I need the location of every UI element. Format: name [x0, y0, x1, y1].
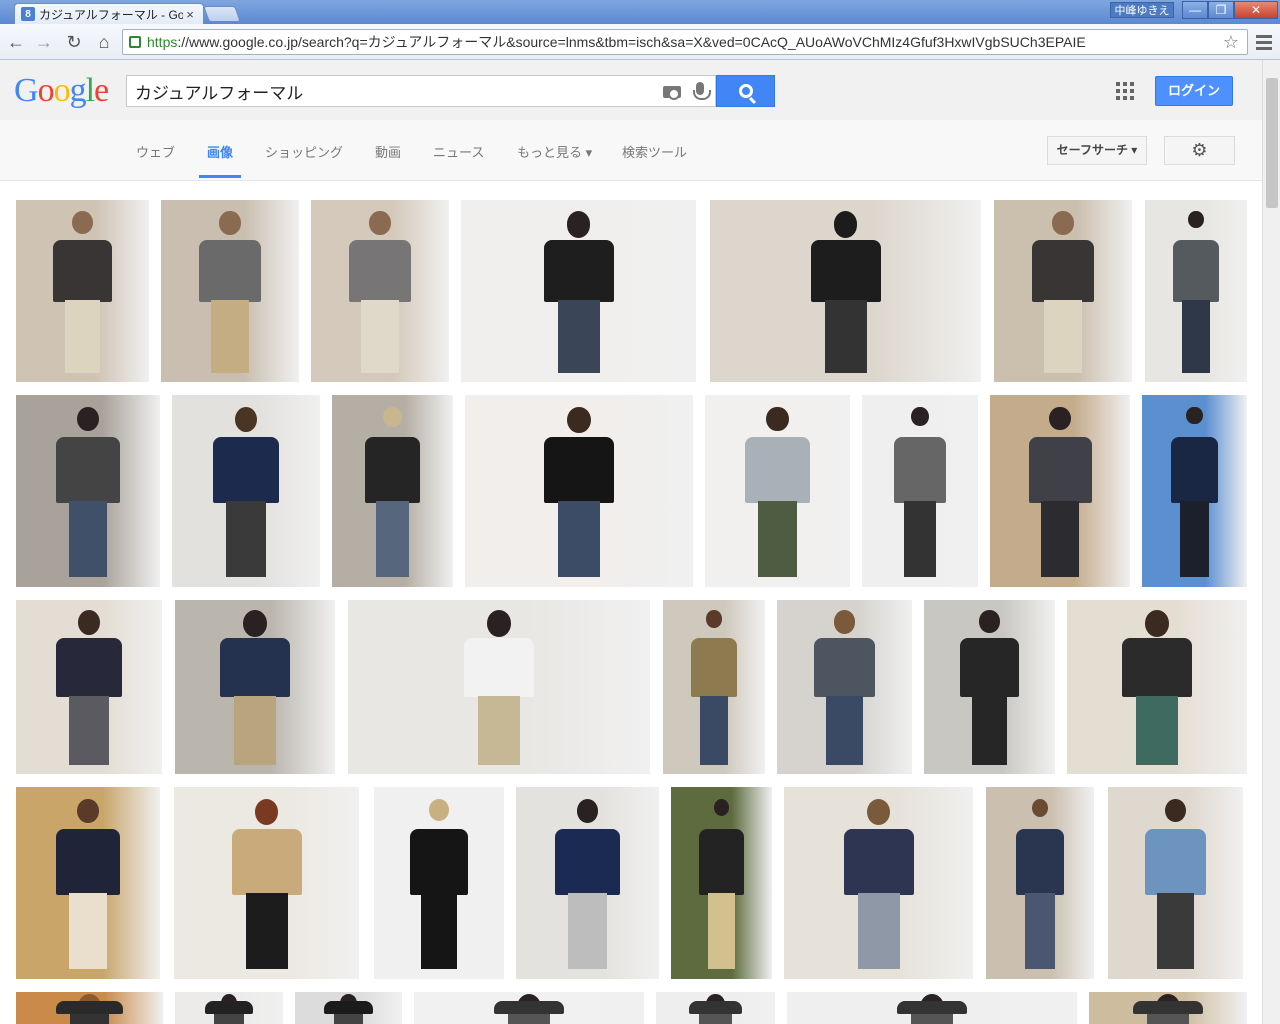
image-result-thumbnail[interactable]: [16, 395, 160, 587]
image-result-thumbnail[interactable]: [656, 992, 775, 1024]
image-result-thumbnail[interactable]: [710, 200, 981, 382]
image-result-thumbnail[interactable]: [16, 200, 149, 382]
reload-icon[interactable]: ↻: [62, 30, 86, 54]
image-result-thumbnail[interactable]: [174, 787, 359, 979]
image-result-thumbnail[interactable]: [374, 787, 504, 979]
google-favicon-icon: 8: [21, 7, 35, 21]
new-tab-button[interactable]: [203, 6, 241, 22]
image-result-thumbnail[interactable]: [516, 787, 659, 979]
image-result-thumbnail[interactable]: [161, 200, 299, 382]
image-result-thumbnail[interactable]: [1108, 787, 1243, 979]
image-result-thumbnail[interactable]: [990, 395, 1130, 587]
browser-tab[interactable]: 8 カジュアルフォーマル - Google ×: [14, 3, 204, 24]
tab-shopping[interactable]: ショッピング: [265, 142, 343, 177]
image-result-thumbnail[interactable]: [175, 992, 283, 1024]
image-result-thumbnail[interactable]: [787, 992, 1077, 1024]
tab-search-tools[interactable]: 検索ツール: [622, 142, 687, 177]
maximize-window-button[interactable]: ❐: [1208, 1, 1234, 19]
url-scheme: https: [147, 34, 178, 50]
search-button[interactable]: [716, 75, 775, 107]
tab-web[interactable]: ウェブ: [136, 142, 175, 177]
minimize-window-button[interactable]: —: [1182, 1, 1208, 19]
image-result-thumbnail[interactable]: [332, 395, 453, 587]
home-icon[interactable]: ⌂: [92, 30, 116, 54]
image-result-thumbnail[interactable]: [994, 200, 1132, 382]
url-path: ://www.google.co.jp/search?q=カジュアルフォーマル&…: [177, 34, 1086, 50]
browser-menu-icon[interactable]: [1254, 32, 1274, 52]
scrollbar-thumb[interactable]: [1266, 78, 1278, 208]
image-result-thumbnail[interactable]: [1089, 992, 1247, 1024]
search-icon: [738, 84, 753, 98]
tab-close-icon[interactable]: ×: [183, 7, 197, 22]
google-header: Google カジュアルフォーマル ログイン: [0, 60, 1262, 120]
tab-videos[interactable]: 動画: [375, 142, 401, 177]
image-result-thumbnail[interactable]: [862, 395, 978, 587]
window-titlebar: 8 カジュアルフォーマル - Google × 中峰ゆきえ — ❐ ✕: [0, 0, 1280, 24]
image-result-thumbnail[interactable]: [986, 787, 1094, 979]
image-result-thumbnail[interactable]: [671, 787, 772, 979]
tab-news[interactable]: ニュース: [433, 142, 484, 177]
image-result-thumbnail[interactable]: [295, 992, 402, 1024]
profile-user-badge[interactable]: 中峰ゆきえ: [1110, 2, 1174, 18]
tab-title: カジュアルフォーマル - Google: [39, 7, 183, 22]
microphone-icon[interactable]: [689, 78, 711, 104]
camera-icon[interactable]: [659, 78, 685, 104]
safe-search-button[interactable]: セーフサーチ ▾: [1047, 136, 1147, 165]
image-result-thumbnail[interactable]: [16, 992, 163, 1024]
image-result-thumbnail[interactable]: [465, 395, 693, 587]
tab-images[interactable]: 画像: [199, 142, 242, 178]
image-result-thumbnail[interactable]: [784, 787, 973, 979]
bookmark-star-icon[interactable]: ☆: [1221, 32, 1241, 53]
search-input[interactable]: カジュアルフォーマル: [126, 75, 716, 107]
image-result-thumbnail[interactable]: [175, 600, 335, 774]
image-result-thumbnail[interactable]: [16, 787, 160, 979]
login-button[interactable]: ログイン: [1155, 76, 1233, 106]
search-query-text: カジュアルフォーマル: [135, 83, 304, 103]
address-bar[interactable]: https://www.google.co.jp/search?q=カジュアルフ…: [122, 29, 1248, 55]
settings-button[interactable]: ⚙: [1164, 136, 1235, 165]
image-result-thumbnail[interactable]: [663, 600, 765, 774]
image-result-thumbnail[interactable]: [414, 992, 644, 1024]
search-type-nav: ウェブ 画像 ショッピング 動画 ニュース もっと見る ▾ 検索ツール セーフサ…: [0, 120, 1262, 181]
image-result-thumbnail[interactable]: [311, 200, 449, 382]
forward-arrow-icon[interactable]: →: [32, 30, 56, 54]
image-result-thumbnail[interactable]: [172, 395, 320, 587]
back-arrow-icon[interactable]: ←: [4, 30, 28, 54]
image-result-thumbnail[interactable]: [16, 600, 162, 774]
image-result-thumbnail[interactable]: [924, 600, 1055, 774]
lock-icon: [129, 36, 141, 48]
google-logo[interactable]: Google: [14, 72, 109, 110]
browser-toolbar: ← → ↻ ⌂ https://www.google.co.jp/search?…: [0, 24, 1280, 60]
url-text: https://www.google.co.jp/search?q=カジュアルフ…: [147, 32, 1221, 52]
image-result-thumbnail[interactable]: [777, 600, 912, 774]
image-result-thumbnail[interactable]: [1142, 395, 1247, 587]
page-scrollbar[interactable]: [1262, 60, 1280, 1024]
tab-more[interactable]: もっと見る ▾: [517, 142, 592, 177]
gear-icon: ⚙: [1191, 140, 1208, 160]
image-result-thumbnail[interactable]: [461, 200, 696, 382]
close-window-button[interactable]: ✕: [1234, 1, 1278, 19]
image-result-thumbnail[interactable]: [1145, 200, 1247, 382]
apps-grid-icon[interactable]: [1116, 82, 1134, 100]
image-result-thumbnail[interactable]: [705, 395, 850, 587]
image-result-thumbnail[interactable]: [348, 600, 650, 774]
image-result-thumbnail[interactable]: [1067, 600, 1247, 774]
